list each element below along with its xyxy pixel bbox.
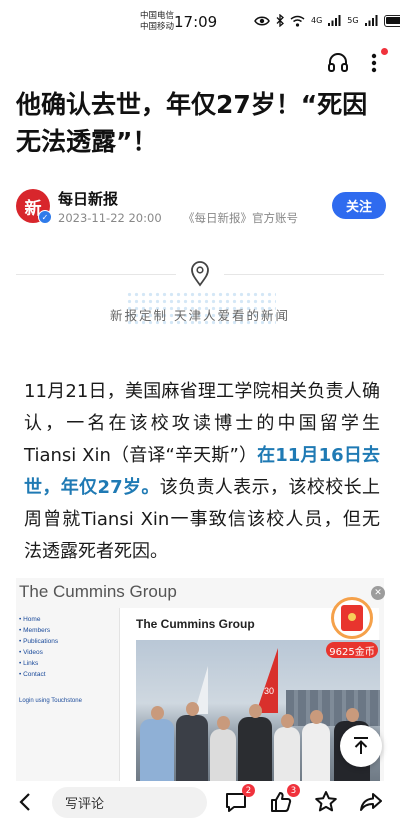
signal-label-2: 5G (347, 16, 359, 25)
signal-icon (328, 15, 341, 26)
carrier-info: 中国电信 中国移动 (140, 11, 174, 33)
photo-person (140, 706, 174, 781)
star-icon (315, 791, 337, 812)
banner-divider-right (224, 274, 384, 275)
image-panel-title: The Cummins Group (136, 617, 255, 631)
bluetooth-icon (276, 14, 284, 27)
signal-label-1: 4G (311, 16, 323, 25)
photo-person (238, 704, 272, 781)
status-bar: 中国电信 中国移动 17:09 4G 5G (0, 0, 400, 44)
bottom-bar: 写评论 2 3 (0, 781, 400, 825)
banner-divider-left (16, 274, 176, 275)
image-nav-item: • Videos (19, 649, 43, 656)
like-button[interactable]: 3 (268, 784, 300, 815)
newspaper-banner: 新报定制 天津人爱看的新闻 (16, 255, 384, 335)
author-row: 新 ✓ 每日新报 2023-11-22 20:00 《每日新报》官方账号 关注 (16, 186, 386, 230)
image-nav-item: • Contact (19, 671, 46, 678)
verified-icon: ✓ (38, 210, 52, 224)
coin-progress-ring[interactable] (331, 597, 373, 639)
status-time: 17:09 (174, 13, 218, 31)
image-site-title: The Cummins Group (19, 582, 177, 601)
follow-button[interactable]: 关注 (332, 192, 386, 219)
coin-balance: 9625金币 (326, 642, 378, 658)
photo-sail-number: 30 (264, 686, 275, 696)
photo-person (176, 702, 208, 781)
image-nav-item: • Home (19, 616, 41, 623)
comment-button[interactable]: 2 (223, 784, 255, 815)
photo-sail-red (256, 648, 278, 713)
photo-person (210, 716, 236, 781)
signal-icon-2 (364, 15, 378, 26)
share-icon (360, 793, 382, 811)
back-icon[interactable] (14, 790, 38, 814)
comment-input[interactable]: 写评论 (52, 787, 207, 818)
like-count-badge: 3 (287, 784, 300, 797)
carrier-line-2: 中国移动 (140, 22, 175, 32)
comment-count-badge: 2 (242, 784, 255, 797)
photo-city-skyline (286, 690, 380, 726)
author-source: 《每日新报》官方账号 (182, 211, 298, 225)
author-name[interactable]: 每日新报 (58, 188, 118, 209)
share-button[interactable] (358, 789, 384, 815)
back-to-top-button[interactable] (340, 725, 382, 767)
image-nav-list: • Home • Members • Publications • Videos… (19, 614, 58, 680)
author-meta: 2023-11-22 20:00 《每日新报》官方账号 (58, 210, 298, 226)
image-login-text: Login using Touchstone (19, 698, 82, 704)
top-nav (0, 44, 400, 84)
carrier-line-1: 中国电信 (140, 11, 175, 21)
notification-dot (381, 48, 388, 55)
red-envelope-icon (341, 605, 363, 631)
wifi-icon (290, 15, 305, 27)
image-nav-item: • Members (19, 627, 51, 634)
close-icon[interactable]: ✕ (371, 586, 385, 600)
image-nav-item: • Publications (19, 638, 59, 645)
favorite-button[interactable] (313, 789, 339, 815)
banner-slogan: 新报定制 天津人爱看的新闻 (110, 308, 290, 323)
headphone-icon[interactable] (326, 50, 350, 74)
battery-icon (383, 14, 400, 27)
article-paragraph: 11月21日，美国麻省理工学院相关负责人确认，一名在该校攻读博士的中国留学生Ti… (24, 376, 380, 568)
coin-reward-widget[interactable]: ✕ 9625金币 (326, 586, 385, 662)
image-nav-item: • Links (19, 660, 39, 667)
location-pin-icon (191, 261, 209, 287)
arrow-up-icon (354, 737, 368, 754)
photo-person (302, 710, 330, 781)
article-title: 他确认去世，年仅27岁！“死因无法透露”！ (16, 90, 368, 156)
photo-person (274, 714, 300, 781)
publish-date: 2023-11-22 20:00 (58, 211, 162, 225)
status-icons: 4G 5G (254, 14, 400, 27)
eye-icon (254, 16, 270, 25)
